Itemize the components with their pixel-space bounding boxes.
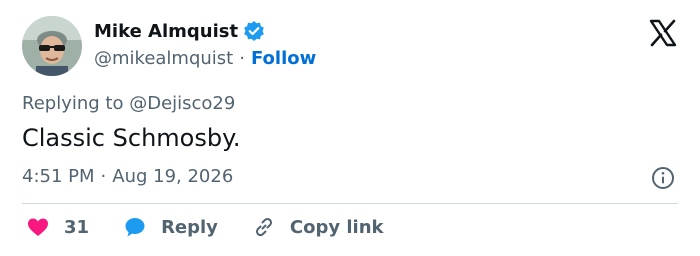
- author-name[interactable]: Mike Almquist: [94, 21, 238, 42]
- copy-link-button[interactable]: Copy link: [252, 215, 384, 239]
- replying-to-prefix: Replying to: [22, 93, 130, 114]
- reply-label: Reply: [161, 216, 218, 238]
- reply-bubble-icon: [125, 218, 145, 237]
- action-bar: 31 Reply Copy link: [26, 215, 418, 239]
- reply-button[interactable]: Reply: [123, 215, 218, 239]
- tweet-timestamp[interactable]: 4:51 PM · Aug 19, 2026: [22, 166, 233, 187]
- meta-separator: ·: [100, 166, 107, 187]
- like-count: 31: [64, 216, 90, 238]
- replying-to-mention[interactable]: @Dejisco29: [129, 93, 235, 114]
- info-icon[interactable]: [651, 166, 675, 190]
- replying-to: Replying to @Dejisco29: [22, 93, 235, 114]
- copy-link-label: Copy link: [289, 216, 384, 238]
- author-name-row: Mike Almquist: [94, 20, 265, 42]
- author-handle-row: @mikealmquist · Follow: [94, 48, 316, 69]
- author-handle[interactable]: @mikealmquist: [94, 48, 233, 69]
- x-logo-icon[interactable]: [648, 18, 678, 48]
- like-button[interactable]: 31: [26, 215, 89, 239]
- avatar[interactable]: [22, 16, 82, 76]
- follow-button[interactable]: Follow: [251, 48, 316, 69]
- divider: [22, 203, 678, 204]
- tweet-time[interactable]: 4:51 PM: [22, 166, 95, 187]
- verified-badge-icon: [243, 20, 265, 42]
- heart-icon: [28, 218, 48, 236]
- handle-separator: ·: [239, 48, 245, 69]
- tweet-text: Classic Schmosby.: [22, 124, 241, 152]
- tweet-date[interactable]: Aug 19, 2026: [112, 166, 233, 187]
- link-icon: [255, 217, 272, 237]
